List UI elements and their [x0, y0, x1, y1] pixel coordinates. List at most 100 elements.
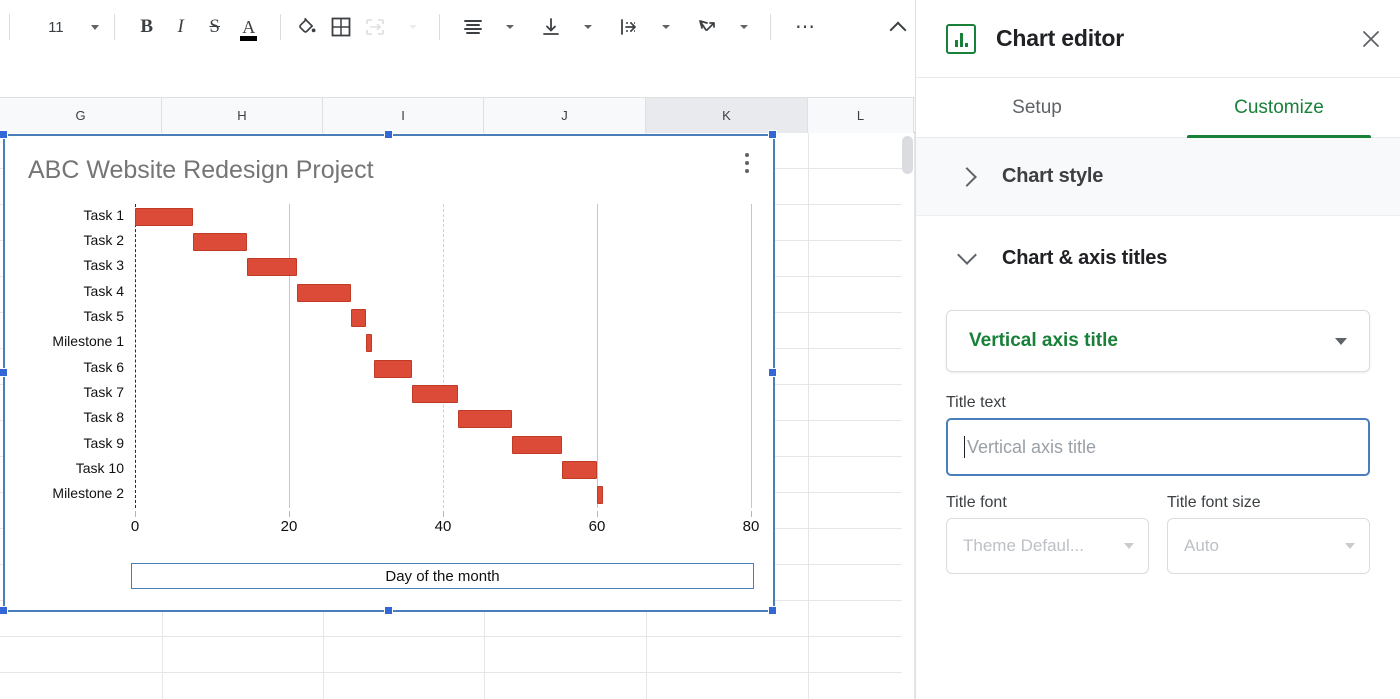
collapse-toolbar-button[interactable]: [881, 10, 915, 44]
font-size-selector[interactable]: 11: [33, 12, 105, 42]
merge-cells-button[interactable]: [358, 10, 392, 44]
horizontal-align-button[interactable]: [456, 10, 490, 44]
section-chart-style-label: Chart style: [1002, 165, 1104, 187]
resize-handle-top-left[interactable]: [0, 130, 8, 139]
fill-color-button[interactable]: [290, 10, 324, 44]
chart-y-axis-label: Milestone 1: [52, 333, 124, 350]
gantt-bar[interactable]: [373, 359, 413, 378]
tab-setup[interactable]: Setup: [916, 78, 1158, 138]
chart-y-axis-label: Task 7: [83, 384, 124, 400]
more-horizontal-icon: ⋯: [795, 16, 816, 38]
chart-y-axis-label: Task 5: [83, 308, 124, 324]
vertical-align-icon: [543, 18, 560, 35]
chevron-down-icon: [90, 24, 99, 30]
more-options-button[interactable]: ⋯: [788, 10, 822, 44]
chart-x-tick-mark: [443, 511, 444, 517]
gantt-bar[interactable]: [296, 283, 351, 302]
text-cursor: [964, 436, 965, 458]
gantt-bar[interactable]: [192, 233, 247, 251]
chart-title: ABC Website Redesign Project: [28, 156, 374, 184]
column-header-l[interactable]: L: [808, 98, 914, 133]
chart-x-tick-label: 60: [588, 518, 606, 535]
section-chart-and-axis-titles-header[interactable]: Chart & axis titles: [916, 218, 1400, 298]
column-headers: G H I J K L: [0, 97, 915, 133]
tab-customize[interactable]: Customize: [1158, 78, 1400, 138]
gantt-bar[interactable]: [597, 486, 604, 505]
gantt-bar[interactable]: [562, 461, 597, 479]
chevron-down-icon: [740, 25, 749, 29]
text-rotation-button[interactable]: [690, 10, 724, 44]
chart-y-axis-label: Milestone 2: [52, 485, 124, 502]
chart-y-axis-label: Task 9: [83, 434, 124, 451]
column-header-j[interactable]: J: [484, 98, 646, 133]
column-header-i[interactable]: I: [323, 98, 484, 133]
resize-handle-bottom-left[interactable]: [0, 606, 8, 615]
resize-handle-bottom-right[interactable]: [768, 606, 777, 615]
chart-y-axis-label: Task 3: [83, 257, 124, 274]
column-header-g[interactable]: G: [0, 98, 162, 133]
gantt-bar[interactable]: [350, 309, 366, 327]
text-color-icon: A: [240, 18, 258, 41]
text-color-button[interactable]: A: [232, 10, 266, 44]
chart-x-tick-label: 20: [280, 518, 298, 535]
chart-editor-header: Chart editor: [916, 0, 1400, 78]
column-header-label: G: [75, 108, 86, 123]
column-header-label: L: [856, 108, 865, 123]
vertical-scrollbar[interactable]: [902, 136, 913, 696]
resize-handle-middle-right[interactable]: [768, 368, 777, 377]
title-type-value: Vertical axis title: [969, 330, 1118, 351]
chevron-right-icon: [957, 166, 977, 187]
column-header-k[interactable]: K: [646, 98, 808, 133]
vertical-scrollbar-thumb[interactable]: [902, 136, 913, 174]
bold-button[interactable]: B: [130, 10, 164, 44]
borders-icon: [331, 17, 351, 37]
text-rotation-dropdown[interactable]: [724, 10, 758, 44]
chevron-down-icon: [584, 25, 593, 29]
resize-handle-bottom-center[interactable]: [384, 606, 393, 615]
title-font-size-value: Auto: [1184, 536, 1219, 555]
text-wrapping-button[interactable]: [612, 10, 646, 44]
chart-editor-tabs: Setup Customize: [916, 78, 1400, 138]
fill-color-icon: [298, 17, 316, 33]
horizontal-align-dropdown[interactable]: [490, 10, 524, 44]
gantt-plot-area: [135, 204, 752, 508]
resize-handle-top-center[interactable]: [384, 130, 393, 139]
title-font-select[interactable]: Theme Defaul...: [946, 518, 1149, 574]
chart-options-menu[interactable]: [737, 150, 757, 176]
gantt-bar[interactable]: [246, 258, 297, 277]
title-font-group: Title font Theme Defaul...: [946, 494, 1149, 574]
chart-y-axis-labels: Task 1 Task 2 Task 3 Task 4 Task 5 Milestone …: [0, 204, 130, 514]
vertical-align-button[interactable]: [534, 10, 568, 44]
chart-editor-title: Chart editor: [996, 25, 1124, 51]
strikethrough-button[interactable]: S: [198, 10, 232, 44]
title-type-dropdown[interactable]: Vertical axis title: [946, 310, 1370, 372]
horizontal-axis-title-editbox[interactable]: Day of the month: [131, 563, 754, 589]
column-header-h[interactable]: H: [162, 98, 323, 133]
horizontal-align-icon: [464, 20, 483, 34]
text-wrapping-dropdown[interactable]: [646, 10, 680, 44]
spreadsheet-area: 11 B I S A ⋯ G H I J K L ABC Website Red…: [0, 0, 915, 699]
gantt-bar[interactable]: [512, 435, 563, 454]
borders-button[interactable]: [324, 10, 358, 44]
chart-x-tick-mark: [135, 511, 136, 517]
title-text-input[interactable]: Vertical axis title: [946, 418, 1370, 476]
gantt-bar[interactable]: [458, 410, 513, 429]
gantt-bar[interactable]: [412, 385, 459, 403]
resize-handle-top-right[interactable]: [768, 130, 777, 139]
title-font-size-select[interactable]: Auto: [1167, 518, 1370, 574]
resize-handle-middle-left[interactable]: [0, 368, 8, 377]
column-header-label: J: [561, 108, 568, 123]
italic-button[interactable]: I: [164, 10, 198, 44]
chevron-down-icon: [662, 25, 671, 29]
merge-cells-dropdown[interactable]: [393, 10, 427, 44]
gantt-bar[interactable]: [135, 207, 193, 226]
section-chart-style[interactable]: Chart style: [916, 138, 1400, 216]
formatting-toolbar: 11 B I S A ⋯: [0, 0, 915, 54]
close-icon[interactable]: [1354, 22, 1388, 56]
vertical-align-dropdown[interactable]: [568, 10, 602, 44]
chart-y-axis-label: Task 2: [83, 232, 124, 248]
chevron-down-icon: [408, 25, 417, 29]
chart-x-tick-mark: [289, 511, 290, 517]
gantt-bar[interactable]: [366, 334, 373, 353]
chart-y-axis-label: Task 4: [83, 282, 124, 299]
